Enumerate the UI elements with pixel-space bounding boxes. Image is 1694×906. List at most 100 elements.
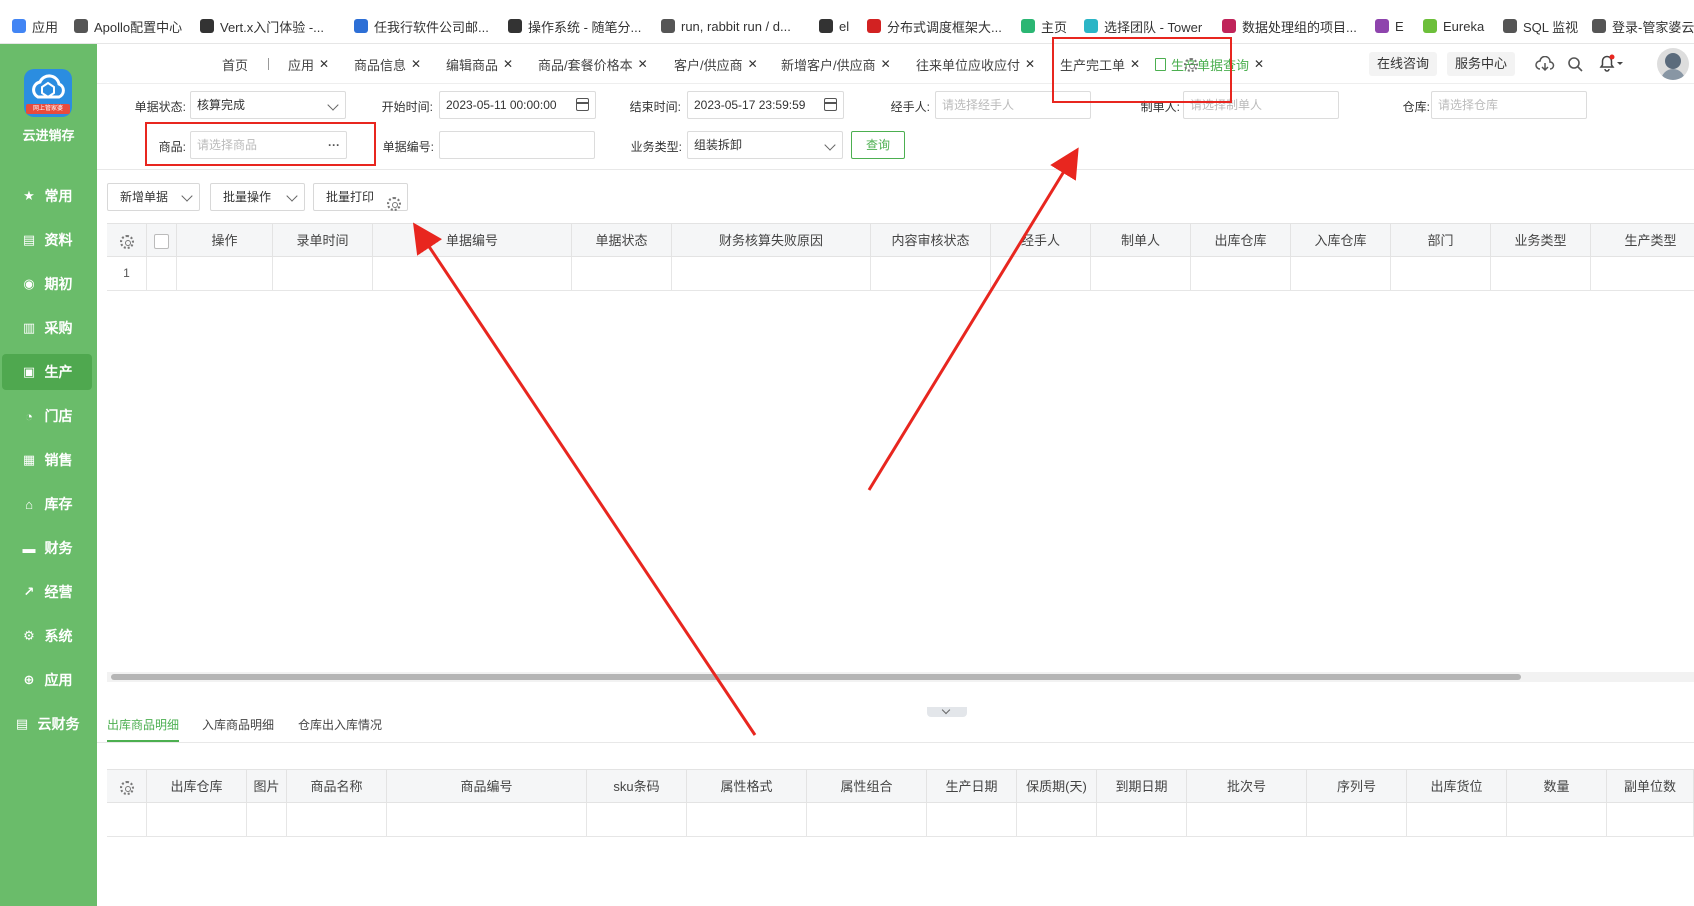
maker-input[interactable]: 请选择制单人 — [1183, 91, 1339, 119]
bookmark-item[interactable]: Apollo配置中心 — [74, 16, 182, 36]
tab-0[interactable]: 首页 — [222, 54, 248, 74]
bookmark-label: 选择团队 - Tower — [1104, 19, 1203, 35]
detail-tab[interactable]: 仓库出入库情况 — [298, 716, 384, 742]
new-doc-button[interactable]: 新增单据 — [107, 183, 200, 211]
bookmark-item[interactable]: 应用 — [12, 16, 58, 36]
tab-8[interactable]: 生产完工单 ✕ — [1060, 54, 1140, 74]
tab-label: 商品/套餐价格本 — [538, 57, 633, 73]
bookmark-item[interactable]: el — [819, 16, 849, 36]
arrow-to-tab — [867, 147, 1079, 491]
settings-icon[interactable] — [119, 780, 134, 795]
tab-1[interactable]: 应用 ✕ — [288, 54, 329, 74]
app-logo[interactable]: 网上管家婆 — [24, 69, 72, 117]
status-select[interactable]: 核算完成 — [190, 91, 346, 119]
tab-7[interactable]: 往来单位应收应付 ✕ — [916, 54, 1035, 74]
calendar-icon — [576, 98, 589, 111]
avatar[interactable] — [1657, 48, 1689, 80]
sidebar-item[interactable]: ⌂ 库存 — [2, 486, 92, 522]
tab-3[interactable]: 编辑商品 ✕ — [446, 54, 513, 74]
tab-settings-icon[interactable] — [1184, 56, 1198, 72]
horizontal-scrollbar[interactable] — [107, 672, 1694, 682]
row-select-cell[interactable] — [147, 257, 177, 290]
bell-icon[interactable] — [1598, 54, 1624, 72]
close-icon[interactable]: ✕ — [1025, 57, 1035, 71]
sidebar-item[interactable]: ⊕ 应用 — [2, 662, 92, 698]
select-all-checkbox[interactable] — [154, 234, 169, 250]
sidebar-item[interactable]: ★ 常用 — [2, 178, 92, 214]
tab-2[interactable]: 商品信息 ✕ — [354, 54, 421, 74]
close-icon[interactable]: ✕ — [638, 57, 648, 71]
bookmark-item[interactable]: 登录-管家婆云 — [1592, 16, 1694, 36]
handler-input[interactable]: 请选择经手人 — [935, 91, 1091, 119]
table-cell — [587, 803, 687, 836]
sidebar-item[interactable]: ◉ 期初 — [2, 266, 92, 302]
docno-input[interactable] — [439, 131, 595, 159]
print-settings-icon[interactable] — [387, 190, 401, 216]
bookmark-item[interactable]: 主页 — [1021, 16, 1067, 36]
table-cell — [1017, 803, 1097, 836]
online-consult-button[interactable]: 在线咨询 — [1369, 52, 1438, 76]
scrollbar-thumb[interactable] — [111, 674, 1521, 680]
column-settings-cell[interactable] — [107, 224, 147, 257]
detail-tab[interactable]: 入库商品明细 — [202, 716, 274, 742]
close-icon[interactable]: ✕ — [881, 57, 891, 71]
table-row[interactable]: 1 — [107, 257, 1694, 291]
table-cell — [273, 257, 373, 290]
close-icon[interactable]: ✕ — [1130, 57, 1140, 71]
tab-5[interactable]: 客户/供应商 ✕ — [674, 54, 758, 74]
query-button[interactable]: 查询 — [851, 131, 905, 159]
batch-ops-button[interactable]: 批量操作 — [210, 183, 305, 211]
biztype-select[interactable]: 组装拆卸 — [687, 131, 843, 159]
end-time-input[interactable]: 2023-05-17 23:59:59 — [687, 91, 844, 119]
tab-9[interactable]: 生产单据查询 ✕ — [1155, 54, 1264, 74]
sidebar-item[interactable]: ▦ 销售 — [2, 442, 92, 478]
close-icon[interactable]: ✕ — [748, 57, 758, 71]
bookmark-item[interactable]: 选择团队 - Tower — [1084, 16, 1202, 36]
sidebar-item[interactable]: ▥ 采购 — [2, 310, 92, 346]
bookmark-item[interactable]: run, rabbit run / d... — [661, 16, 791, 36]
table-cell — [1097, 803, 1187, 836]
close-icon[interactable]: ✕ — [1254, 57, 1264, 71]
sidebar-item[interactable]: ⚙ 系统 — [2, 618, 92, 654]
tab-label: 生产完工单 — [1060, 57, 1126, 73]
column-header: 出库货位 — [1407, 770, 1507, 803]
bookmark-item[interactable]: 分布式调度框架大... — [867, 16, 1002, 36]
select-all-cell[interactable] — [147, 224, 177, 257]
more-icon[interactable]: ··· — [328, 132, 340, 158]
cloud-download-icon[interactable] — [1535, 56, 1555, 72]
bookmark-label: 登录-管家婆云 — [1612, 19, 1694, 35]
brand-name: 云进销存 — [22, 128, 75, 143]
bookmark-item[interactable]: SQL 监视 — [1503, 16, 1578, 36]
sidebar-item[interactable]: ↗ 经营 — [2, 574, 92, 610]
bookmark-item[interactable]: E — [1375, 16, 1404, 36]
detail-tab[interactable]: 出库商品明细 — [107, 716, 179, 742]
detail-table-row[interactable] — [107, 803, 1694, 837]
settings-icon[interactable] — [119, 234, 134, 249]
close-icon[interactable]: ✕ — [319, 57, 329, 71]
bookmark-item[interactable]: Vert.x入门体验 -... — [200, 16, 324, 36]
sidebar-item[interactable]: ▤ 资料 — [2, 222, 92, 258]
sidebar-item[interactable]: ◔ 门店 — [2, 398, 92, 434]
sidebar-item[interactable]: ▬ 财务 — [2, 530, 92, 566]
divider — [97, 742, 1694, 743]
bookmark-item[interactable]: 数据处理组的项目... — [1222, 16, 1357, 36]
sidebar-item[interactable]: ▤ 云财务 — [2, 706, 92, 742]
close-icon[interactable]: ✕ — [503, 57, 513, 71]
warehouse-input[interactable]: 请选择仓库 — [1431, 91, 1587, 119]
service-center-button[interactable]: 服务中心 — [1447, 52, 1516, 76]
collapse-toggle[interactable] — [927, 705, 967, 717]
tab-6[interactable]: 新增客户/供应商 ✕ — [781, 54, 891, 74]
bookmark-item[interactable]: Eureka — [1423, 16, 1484, 36]
sidebar-item[interactable]: ▣ 生产 — [2, 354, 92, 390]
start-time-input[interactable]: 2023-05-11 00:00:00 — [439, 91, 596, 119]
bookmark-item[interactable]: 任我行软件公司邮... — [354, 16, 489, 36]
tab-label: 客户/供应商 — [674, 57, 743, 73]
search-icon[interactable] — [1567, 56, 1583, 72]
bookmark-item[interactable]: 操作系统 - 随笔分... — [508, 16, 641, 36]
product-input[interactable]: 请选择商品 ··· — [190, 131, 347, 159]
tab-4[interactable]: 商品/套餐价格本 ✕ — [538, 54, 648, 74]
table-cell — [1291, 257, 1391, 290]
batch-print-button[interactable]: 批量打印 — [313, 183, 408, 211]
close-icon[interactable]: ✕ — [411, 57, 421, 71]
column-settings-cell[interactable] — [107, 770, 147, 803]
